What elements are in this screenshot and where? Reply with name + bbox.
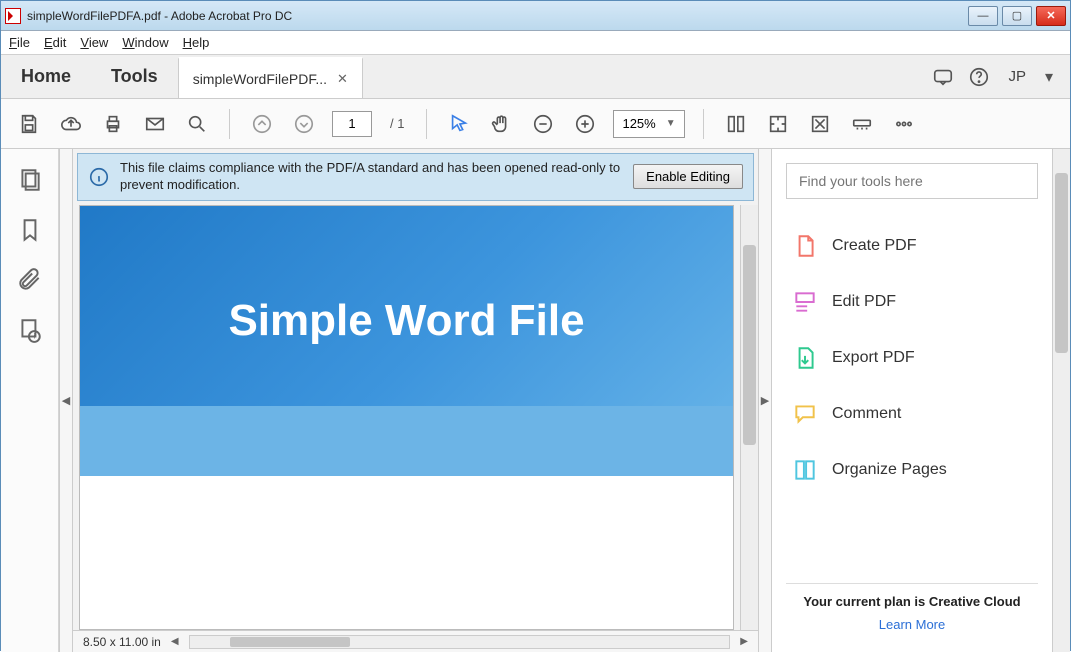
menu-file[interactable]: File xyxy=(9,35,30,50)
tool-comment[interactable]: Comment xyxy=(786,389,1038,439)
toolbar-separator xyxy=(703,109,704,139)
zoom-select[interactable]: 125% ▼ xyxy=(613,110,684,138)
selection-tool-icon[interactable] xyxy=(445,110,473,138)
page-up-icon[interactable] xyxy=(248,110,276,138)
page-canvas[interactable]: Simple Word File xyxy=(79,205,734,630)
zoom-out-icon[interactable] xyxy=(529,110,557,138)
menu-help[interactable]: Help xyxy=(183,35,210,50)
navigation-pane: i xyxy=(1,149,59,652)
maximize-button[interactable]: ▢ xyxy=(1002,6,1032,26)
window-titlebar: simpleWordFilePDFA.pdf - Adobe Acrobat P… xyxy=(1,1,1070,31)
help-icon[interactable] xyxy=(968,66,990,88)
organize-pages-icon xyxy=(792,457,818,483)
cloud-upload-icon[interactable] xyxy=(57,110,85,138)
enable-editing-button[interactable]: Enable Editing xyxy=(633,164,743,189)
more-tools-icon[interactable] xyxy=(890,110,918,138)
edit-pdf-icon xyxy=(792,289,818,315)
toolbar: / 1 125% ▼ xyxy=(1,99,1070,149)
notifications-icon[interactable] xyxy=(932,66,954,88)
left-collapse-handle[interactable]: ◀ xyxy=(59,149,73,652)
scroll-left-icon[interactable]: ◀ xyxy=(171,636,179,647)
menu-bar: File Edit View Window Help xyxy=(1,31,1070,55)
thumbnails-icon[interactable] xyxy=(17,167,43,193)
print-icon[interactable] xyxy=(99,110,127,138)
minimize-button[interactable]: — xyxy=(968,6,998,26)
tool-edit-pdf[interactable]: Edit PDF xyxy=(786,277,1038,327)
tool-label: Edit PDF xyxy=(832,293,896,311)
zoom-in-icon[interactable] xyxy=(571,110,599,138)
fit-window-icon[interactable] xyxy=(722,110,750,138)
search-icon[interactable] xyxy=(183,110,211,138)
plan-info: Your current plan is Creative Cloud Lear… xyxy=(786,583,1038,642)
zoom-value: 125% xyxy=(622,116,655,131)
page-dimensions: 8.50 x 11.00 in xyxy=(83,635,161,649)
create-pdf-icon xyxy=(792,233,818,259)
hand-tool-icon[interactable] xyxy=(487,110,515,138)
page-down-icon[interactable] xyxy=(290,110,318,138)
tool-export-pdf[interactable]: Export PDF xyxy=(786,333,1038,383)
user-menu-caret-icon[interactable]: ▾ xyxy=(1044,66,1054,88)
document-heading: Simple Word File xyxy=(80,206,733,436)
tool-organize-pages[interactable]: Organize Pages xyxy=(786,445,1038,495)
scroll-right-icon[interactable]: ▶ xyxy=(740,636,748,647)
bookmark-icon[interactable] xyxy=(17,217,43,243)
app-icon xyxy=(5,8,21,24)
attachment-icon[interactable] xyxy=(17,267,43,293)
tabs-row: Home Tools simpleWordFilePDF... ✕ JP ▾ xyxy=(1,55,1070,99)
page-number-input[interactable] xyxy=(332,111,372,137)
main-area: i ◀ This file claims compliance with the… xyxy=(1,149,1070,652)
save-icon[interactable] xyxy=(15,110,43,138)
right-collapse-handle[interactable]: ▶ xyxy=(758,149,772,652)
fit-width-icon[interactable] xyxy=(764,110,792,138)
menu-edit[interactable]: Edit xyxy=(44,35,66,50)
export-pdf-icon xyxy=(792,345,818,371)
plan-title: Your current plan is Creative Cloud xyxy=(792,594,1032,609)
document-view: This file claims compliance with the PDF… xyxy=(73,149,758,652)
tool-label: Comment xyxy=(832,405,901,423)
horizontal-scrollbar[interactable] xyxy=(189,635,731,649)
comment-icon xyxy=(792,401,818,427)
tools-panel: Create PDF Edit PDF Export PDF Comment O… xyxy=(772,149,1052,652)
toolbar-separator xyxy=(426,109,427,139)
read-mode-icon[interactable] xyxy=(848,110,876,138)
learn-more-link[interactable]: Learn More xyxy=(792,617,1032,632)
info-text: This file claims compliance with the PDF… xyxy=(120,160,623,194)
standards-icon[interactable]: i xyxy=(17,317,43,343)
window-title: simpleWordFilePDFA.pdf - Adobe Acrobat P… xyxy=(27,9,968,23)
tool-create-pdf[interactable]: Create PDF xyxy=(786,221,1038,271)
tab-tools[interactable]: Tools xyxy=(91,55,178,98)
toolbar-separator xyxy=(229,109,230,139)
tab-document[interactable]: simpleWordFilePDF... ✕ xyxy=(178,57,363,98)
info-icon xyxy=(88,166,110,188)
tool-label: Create PDF xyxy=(832,237,916,255)
fit-page-icon[interactable] xyxy=(806,110,834,138)
tool-label: Export PDF xyxy=(832,349,915,367)
close-button[interactable]: ✕ xyxy=(1036,6,1066,26)
page-total: / 1 xyxy=(386,116,408,131)
tools-search-input[interactable] xyxy=(786,163,1038,199)
menu-view[interactable]: View xyxy=(80,35,108,50)
tools-scrollbar[interactable] xyxy=(1052,149,1070,652)
status-bar: 8.50 x 11.00 in ◀ ▶ xyxy=(73,630,758,652)
info-bar: This file claims compliance with the PDF… xyxy=(77,153,754,201)
tab-document-label: simpleWordFilePDF... xyxy=(193,71,327,87)
tool-label: Organize Pages xyxy=(832,461,947,479)
tab-close-icon[interactable]: ✕ xyxy=(337,71,348,87)
chevron-down-icon: ▼ xyxy=(666,118,676,129)
mail-icon[interactable] xyxy=(141,110,169,138)
menu-window[interactable]: Window xyxy=(122,35,168,50)
user-initials[interactable]: JP xyxy=(1004,68,1030,85)
vertical-scrollbar[interactable] xyxy=(740,205,758,630)
tab-home[interactable]: Home xyxy=(1,55,91,98)
